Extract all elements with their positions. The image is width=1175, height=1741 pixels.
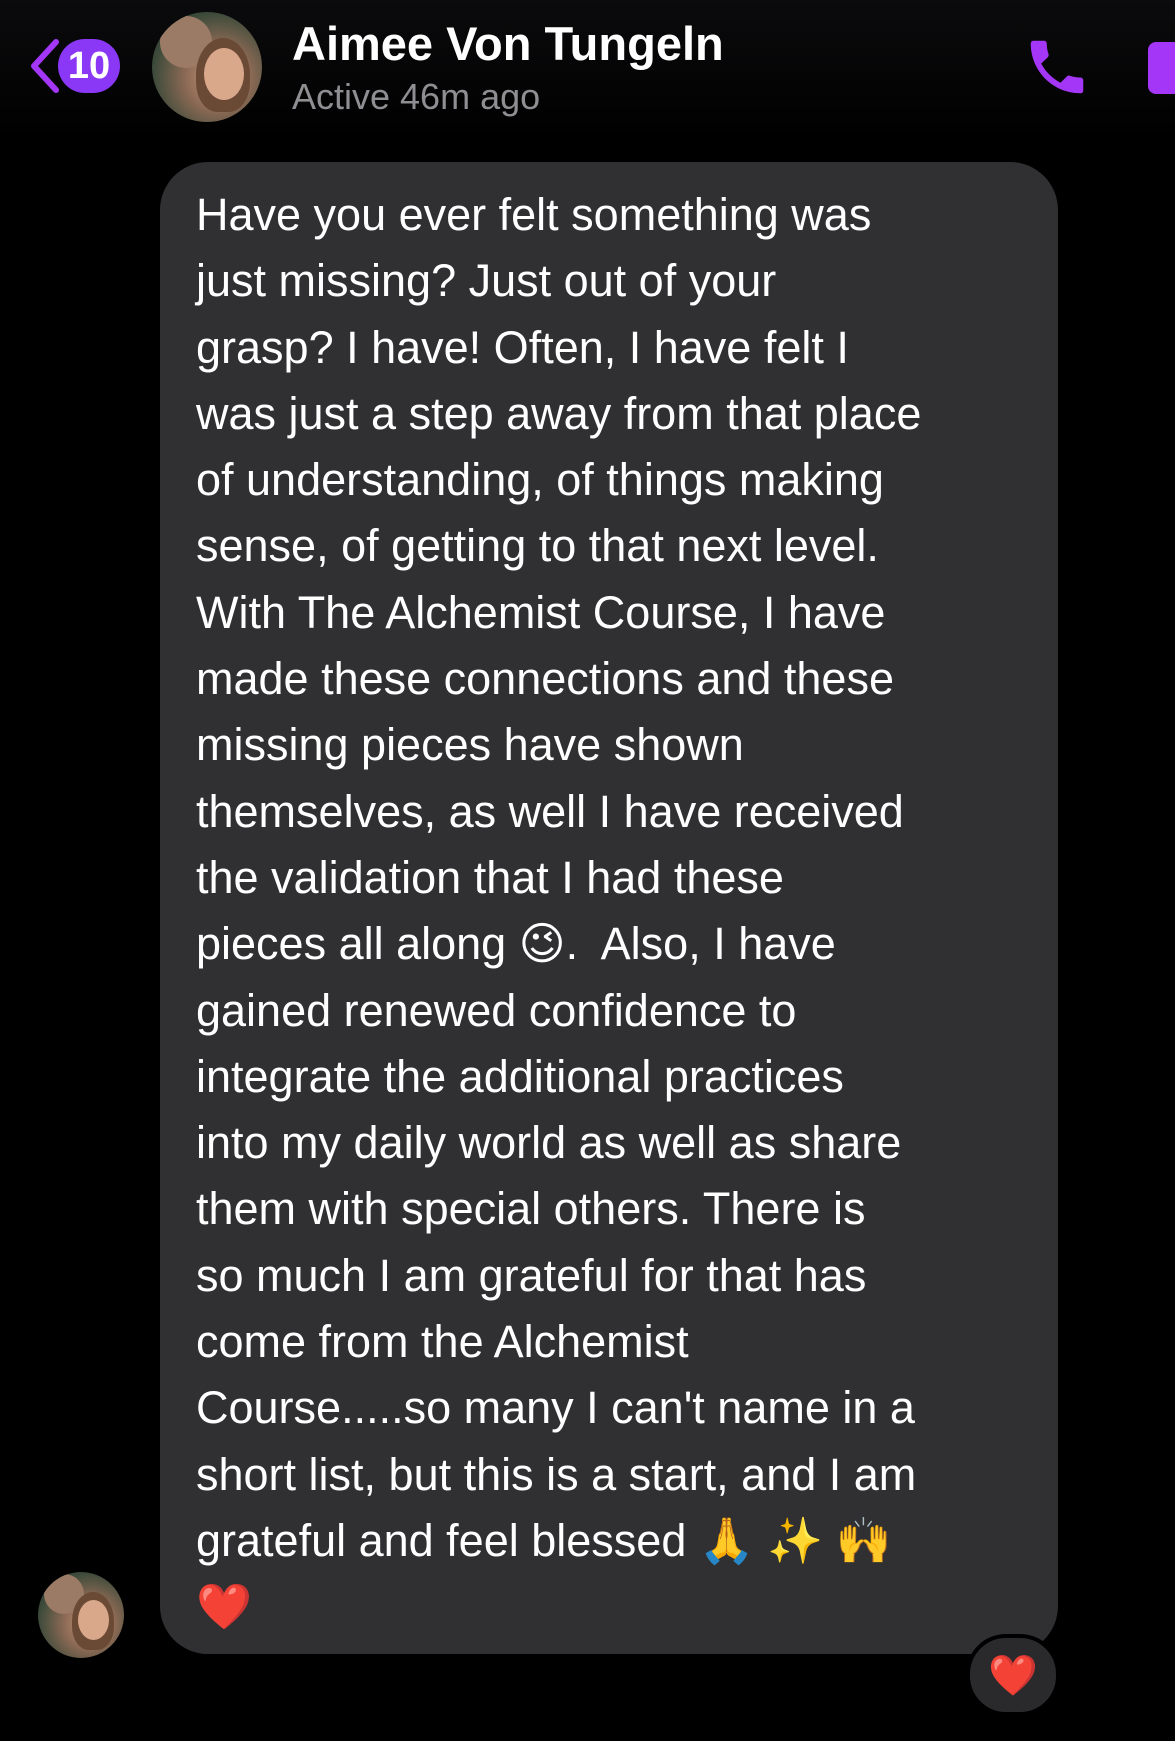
heart-reaction[interactable]: ❤️ (966, 1634, 1060, 1716)
sender-avatar[interactable] (38, 1572, 124, 1658)
active-status: Active 46m ago (292, 76, 541, 117)
message-text: Have you ever felt something was just mi… (196, 189, 922, 1633)
message-bubble[interactable]: Have you ever felt something was just mi… (160, 162, 1058, 1654)
back-button[interactable]: 10 (28, 32, 120, 100)
phone-icon[interactable] (1022, 32, 1092, 102)
unread-count-badge: 10 (58, 39, 120, 93)
video-camera-icon[interactable] (1148, 42, 1175, 94)
contact-avatar[interactable] (152, 12, 262, 122)
contact-name[interactable]: Aimee Von Tungeln (292, 16, 724, 71)
chevron-left-icon (31, 39, 59, 93)
chat-header: 10 Aimee Von Tungeln Active 46m ago (0, 0, 1175, 140)
